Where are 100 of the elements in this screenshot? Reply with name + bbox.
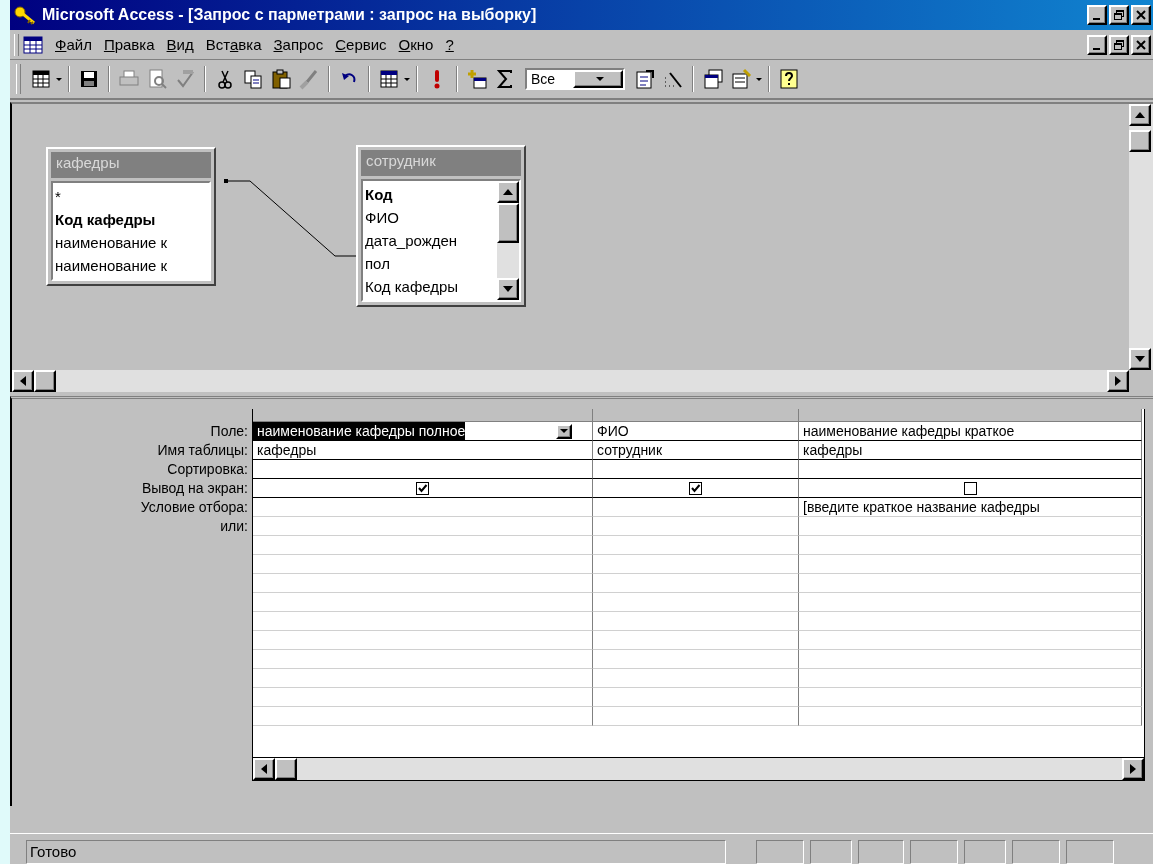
- menu-item[interactable]: Файл: [49, 34, 98, 55]
- grid-cell[interactable]: [799, 536, 1142, 555]
- paste-icon[interactable]: [270, 68, 292, 90]
- grid-cell[interactable]: [593, 631, 799, 650]
- grid-cell[interactable]: [593, 498, 799, 517]
- grid-cell[interactable]: [799, 517, 1142, 536]
- grid-cell[interactable]: [253, 517, 593, 536]
- field-name[interactable]: пол: [365, 252, 495, 275]
- grid-cell[interactable]: [799, 669, 1142, 688]
- grid-cell[interactable]: наименование кафедры краткое: [799, 422, 1142, 441]
- grid-cell[interactable]: [593, 574, 799, 593]
- menu-item[interactable]: Запрос: [267, 34, 330, 55]
- down-arrow-icon[interactable]: [503, 286, 513, 292]
- grid-cell[interactable]: сотрудник: [593, 441, 799, 460]
- grid-cell[interactable]: [253, 612, 593, 631]
- table-field-list[interactable]: сотрудник Код ФИО дата_рожден пол Код кафедры: [356, 145, 526, 307]
- minimize-button[interactable]: [1087, 34, 1107, 55]
- grid-cell[interactable]: [593, 460, 799, 479]
- checkbox[interactable]: [689, 481, 702, 495]
- field-name[interactable]: наименование к: [55, 254, 207, 277]
- database-window-icon[interactable]: [702, 68, 724, 90]
- grid-cell[interactable]: [593, 555, 799, 574]
- query-type-icon[interactable]: [378, 68, 400, 90]
- minimize-button[interactable]: [1087, 5, 1107, 25]
- grid-cell[interactable]: [799, 479, 1142, 498]
- checkbox[interactable]: [963, 481, 977, 495]
- field-name[interactable]: наименование к: [55, 231, 207, 254]
- grid-cell[interactable]: кафедры: [799, 441, 1142, 460]
- grid-cell[interactable]: [799, 555, 1142, 574]
- left-arrow-icon[interactable]: [261, 764, 267, 774]
- table-field-list[interactable]: кафедры * Код кафедры наименование к наименование к: [46, 147, 216, 286]
- scroll-thumb[interactable]: [1129, 130, 1151, 152]
- grid-cell[interactable]: [253, 536, 593, 555]
- grid-cell[interactable]: [253, 631, 593, 650]
- menu-item[interactable]: ?: [439, 34, 460, 55]
- show-table-icon[interactable]: [466, 68, 488, 90]
- menu-item[interactable]: Вставка: [199, 34, 268, 55]
- menu-item[interactable]: Правка: [97, 34, 161, 55]
- grid-cell[interactable]: [593, 593, 799, 612]
- grid-cell[interactable]: [253, 460, 593, 479]
- grid-cell[interactable]: [593, 688, 799, 707]
- field-name[interactable]: Код: [365, 183, 495, 206]
- grid-cell[interactable]: [593, 536, 799, 555]
- copy-icon[interactable]: [242, 68, 264, 90]
- grid-cell[interactable]: [253, 479, 593, 498]
- grid-cell[interactable]: [799, 593, 1142, 612]
- scroll-thumb[interactable]: [34, 370, 56, 392]
- grid-cell[interactable]: [593, 517, 799, 536]
- scroll-thumb[interactable]: [497, 203, 519, 243]
- field-name[interactable]: Код кафедры: [55, 208, 207, 231]
- grid-cell[interactable]: [799, 707, 1142, 726]
- horizontal-scrollbar[interactable]: [12, 370, 1129, 392]
- field-name[interactable]: дата_рожден: [365, 229, 495, 252]
- filter-combo-box[interactable]: Все: [525, 68, 625, 90]
- grid-cell[interactable]: [799, 612, 1142, 631]
- help-icon[interactable]: [778, 68, 800, 90]
- grid-cell[interactable]: [593, 669, 799, 688]
- grid-cell[interactable]: [799, 460, 1142, 479]
- save-icon[interactable]: [78, 68, 100, 90]
- dropdown-arrow-icon[interactable]: [560, 428, 568, 434]
- left-arrow-icon[interactable]: [20, 376, 26, 386]
- scroll-thumb[interactable]: [275, 758, 297, 780]
- grid-cell[interactable]: [253, 574, 593, 593]
- list-scrollbar[interactable]: [497, 181, 519, 300]
- up-arrow-icon[interactable]: [1135, 112, 1145, 118]
- new-object-icon[interactable]: [730, 68, 752, 90]
- horizontal-scrollbar[interactable]: [253, 757, 1144, 780]
- grid-cell[interactable]: ФИО: [593, 422, 799, 441]
- grid-cell[interactable]: [253, 498, 593, 517]
- menu-item[interactable]: Вид: [160, 34, 200, 55]
- grid-cell[interactable]: [253, 593, 593, 612]
- field-name[interactable]: *: [55, 185, 207, 208]
- grid-cell[interactable]: [593, 650, 799, 669]
- menu-item[interactable]: Окно: [392, 34, 440, 55]
- grid-cell[interactable]: [253, 555, 593, 574]
- grid-cell[interactable]: [799, 574, 1142, 593]
- vertical-scrollbar[interactable]: [1129, 104, 1153, 370]
- checkbox[interactable]: [416, 481, 429, 495]
- down-arrow-icon[interactable]: [1135, 356, 1145, 362]
- grid-cell[interactable]: [799, 631, 1142, 650]
- menu-item[interactable]: Сервис: [329, 34, 393, 55]
- grid-cell[interactable]: [253, 650, 593, 669]
- grid-cell[interactable]: [253, 669, 593, 688]
- print-preview-icon[interactable]: [146, 68, 168, 90]
- grid-cell[interactable]: [253, 688, 593, 707]
- grid-cell[interactable]: [593, 707, 799, 726]
- right-arrow-icon[interactable]: [1130, 764, 1136, 774]
- grid-cell[interactable]: [593, 612, 799, 631]
- right-arrow-icon[interactable]: [1115, 376, 1121, 386]
- datasheet-view-icon[interactable]: [30, 68, 52, 90]
- grid-cell[interactable]: [введите краткое название кафедры: [799, 498, 1142, 517]
- grid-cell[interactable]: [253, 707, 593, 726]
- grid-cell[interactable]: [593, 479, 799, 498]
- field-name[interactable]: ФИО: [365, 206, 495, 229]
- field-name[interactable]: Код кафедры: [365, 275, 495, 298]
- properties-icon[interactable]: [634, 68, 656, 90]
- grid-cell[interactable]: [799, 688, 1142, 707]
- grid-cell[interactable]: кафедры: [253, 441, 593, 460]
- up-arrow-icon[interactable]: [503, 189, 513, 195]
- grid-cell[interactable]: [799, 650, 1142, 669]
